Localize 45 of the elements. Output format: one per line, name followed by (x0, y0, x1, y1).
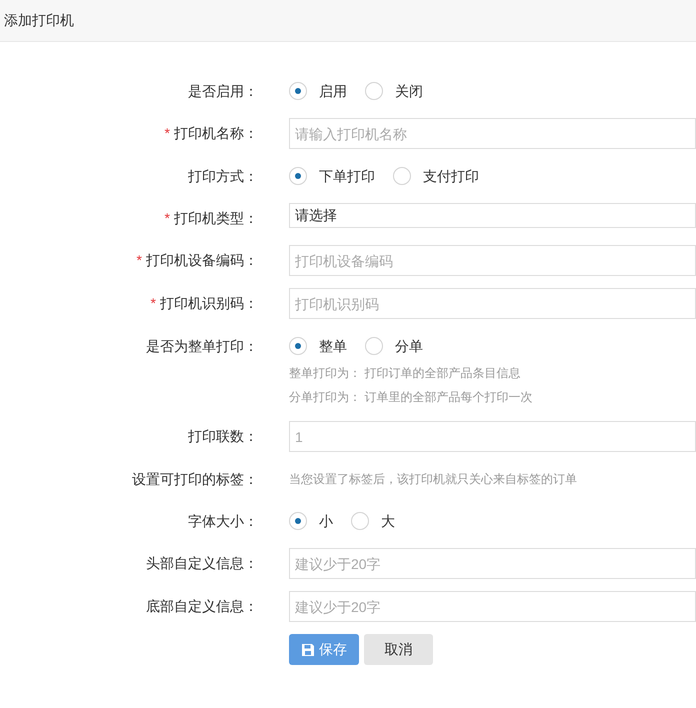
radio-label: 启用 (319, 82, 347, 100)
radio-button[interactable] (365, 82, 383, 100)
input-field[interactable]: 打印机识别码 (289, 288, 696, 319)
field-label: 字体大小： (188, 512, 258, 530)
field-label: 打印机类型： (174, 208, 258, 228)
cancel-button[interactable]: 取消 (364, 634, 433, 665)
radio-label: 小 (319, 512, 333, 530)
input-field[interactable]: 打印机设备编码 (289, 245, 696, 276)
field-label: 是否启用： (188, 82, 258, 100)
hint-text: 整单打印为： 打印订单的全部产品条目信息 (289, 365, 522, 382)
required-asterisk: * (136, 250, 142, 270)
field-label: 打印机设备编码： (146, 250, 258, 270)
required-asterisk: * (150, 294, 156, 312)
radio-label: 关闭 (395, 82, 423, 100)
input-field[interactable]: 1 (289, 421, 696, 452)
radio-button[interactable] (365, 337, 383, 355)
radio-label: 支付打印 (423, 166, 479, 186)
radio-button[interactable] (289, 512, 307, 530)
input-field[interactable]: 建议少于20字 (289, 591, 696, 622)
hint-text: 当您设置了标签后，该打印机就只关心来自标签的订单 (289, 471, 577, 488)
input-field[interactable]: 请输入打印机名称 (289, 118, 696, 149)
field-label: 打印机识别码： (160, 294, 258, 312)
radio-label: 下单打印 (319, 166, 375, 186)
field-label: 打印方式： (188, 166, 258, 186)
radio-label: 整单 (319, 336, 347, 356)
hint-text: 分单打印为： 订单里的全部产品每个打印一次 (289, 389, 532, 406)
radio-button[interactable] (289, 82, 307, 100)
select-field[interactable]: 请选择 (289, 203, 696, 228)
page-title: 添加打印机 (4, 11, 74, 30)
required-asterisk: * (164, 208, 170, 228)
field-label: 打印机名称： (174, 124, 258, 142)
input-field[interactable]: 建议少于20字 (289, 548, 696, 579)
field-label: 设置可打印的标签： (132, 470, 258, 488)
field-label: 是否为整单打印： (146, 336, 258, 356)
field-label: 打印联数： (188, 426, 258, 446)
field-label: 头部自定义信息： (146, 554, 258, 572)
save-icon (301, 642, 315, 656)
required-asterisk: * (164, 124, 170, 142)
radio-button[interactable] (351, 512, 369, 530)
radio-button[interactable] (289, 167, 307, 185)
radio-button[interactable] (289, 337, 307, 355)
field-label: 底部自定义信息： (146, 596, 258, 616)
radio-label: 分单 (395, 336, 423, 356)
radio-button[interactable] (393, 167, 411, 185)
radio-label: 大 (381, 512, 395, 530)
